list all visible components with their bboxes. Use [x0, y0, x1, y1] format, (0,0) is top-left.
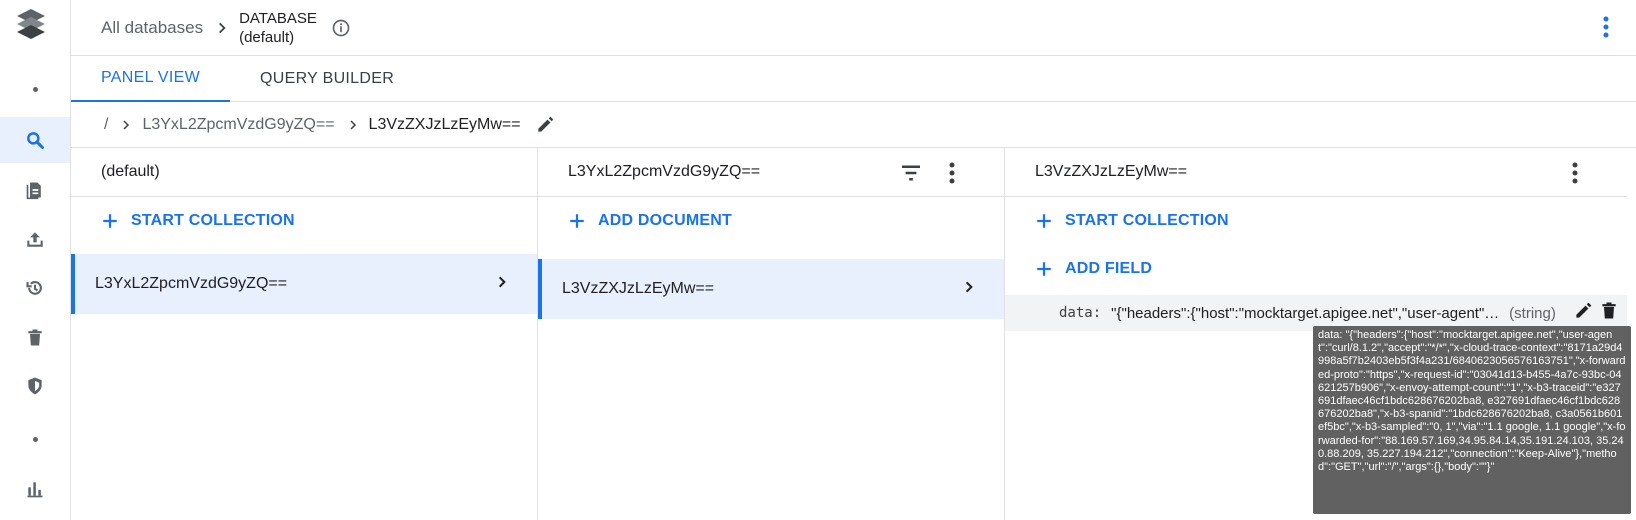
start-collection-button[interactable]: START COLLECTION: [1005, 197, 1627, 245]
rail-item-more[interactable]: [0, 66, 70, 112]
rail-item-security[interactable]: [0, 363, 70, 409]
list-item-label: L3VzZXJzLzEyMw==: [562, 280, 715, 297]
bar-chart-icon: [27, 482, 43, 498]
list-item-document[interactable]: L3VzZXJzLzEyMw==: [538, 259, 1004, 319]
more-vert-icon[interactable]: [1602, 16, 1610, 43]
shield-icon: [28, 377, 42, 395]
upload-icon: [27, 232, 43, 247]
collection-panel: L3YxL2ZpcmVzdG9yZQ== ADD DOCUMENT L3VzZX…: [538, 148, 1005, 520]
list-item-collection[interactable]: L3YxL2ZpcmVzdG9yZQ==: [71, 254, 537, 314]
tab-query-builder[interactable]: QUERY BUILDER: [230, 56, 424, 102]
list-item-label: L3YxL2ZpcmVzdG9yZQ==: [95, 275, 288, 292]
database-label: DATABASE: [239, 9, 317, 27]
dot-icon: [32, 436, 38, 442]
more-vert-icon[interactable]: [948, 162, 956, 184]
rules-icon: [26, 182, 41, 200]
filter-icon[interactable]: [900, 164, 922, 182]
add-field-button[interactable]: ADD FIELD: [1005, 245, 1627, 293]
panel-header: L3VzZXJzLzEyMw==: [1005, 148, 1627, 197]
more-vert-icon[interactable]: [1571, 162, 1579, 184]
firestore-console: All databases DATABASE (default) PANEL V…: [0, 0, 1636, 520]
delete-icon[interactable]: [1599, 301, 1619, 325]
rail-item-history[interactable]: [0, 265, 70, 311]
add-document-label: ADD DOCUMENT: [598, 212, 732, 229]
edit-path-icon[interactable]: [535, 115, 555, 135]
start-collection-label: START COLLECTION: [131, 212, 295, 229]
info-icon[interactable]: [331, 18, 351, 38]
root-panel: (default) START COLLECTION L3YxL2ZpcmVzd…: [71, 148, 538, 520]
rail-item-rules[interactable]: [0, 167, 70, 213]
panel-title: L3VzZXJzLzEyMw==: [1035, 163, 1188, 180]
rail-item-usage[interactable]: [0, 466, 70, 512]
chevron-right-icon: [347, 118, 359, 132]
add-icon: [1035, 212, 1053, 230]
path-collection[interactable]: L3YxL2ZpcmVzdG9yZQ==: [142, 116, 334, 134]
add-document-button[interactable]: ADD DOCUMENT: [538, 197, 1004, 245]
panel-header: L3YxL2ZpcmVzdG9yZQ==: [538, 148, 1004, 197]
database-selector[interactable]: DATABASE (default): [239, 9, 317, 47]
path-root[interactable]: /: [104, 116, 108, 134]
edit-icon[interactable]: [1573, 301, 1593, 325]
rail-item-import-export[interactable]: [0, 216, 70, 262]
chevron-right-icon: [962, 279, 976, 300]
chevron-right-icon: [495, 274, 509, 295]
start-collection-button[interactable]: START COLLECTION: [71, 197, 537, 245]
rail-item-ttl[interactable]: [0, 315, 70, 361]
left-rail: [0, 0, 71, 520]
add-icon: [101, 212, 119, 230]
database-name: (default): [239, 28, 295, 46]
dot-icon: [32, 86, 38, 92]
rail-item-more-2[interactable]: [0, 416, 70, 462]
delete-icon: [28, 329, 42, 346]
view-tabs: PANEL VIEW QUERY BUILDER: [71, 56, 1636, 102]
tab-panel-view[interactable]: PANEL VIEW: [71, 56, 231, 102]
field-value-tooltip: data: "{"headers":{"host":"mocktarget.ap…: [1313, 326, 1631, 514]
start-collection-label: START COLLECTION: [1065, 212, 1229, 229]
panel-header: (default): [71, 148, 537, 197]
search-icon: [27, 132, 44, 149]
rail-item-data[interactable]: [0, 117, 70, 163]
panel-title: (default): [101, 163, 160, 180]
field-value: "{"headers":{"host":"mocktarget.apigee.n…: [1111, 304, 1502, 322]
chevron-right-icon: [215, 21, 229, 35]
all-databases-link[interactable]: All databases: [101, 18, 203, 38]
path-document[interactable]: L3VzZXJzLzEyMw==: [369, 116, 521, 134]
document-path-bar: / L3YxL2ZpcmVzdG9yZQ== L3VzZXJzLzEyMw==: [71, 102, 1636, 148]
add-field-label: ADD FIELD: [1065, 260, 1153, 277]
history-icon: [26, 281, 42, 295]
field-key: data:: [1059, 305, 1102, 321]
add-icon: [568, 212, 586, 230]
chevron-right-icon: [120, 118, 132, 132]
add-icon: [1035, 260, 1053, 278]
panel-title: L3YxL2ZpcmVzdG9yZQ==: [568, 163, 761, 180]
top-header: All databases DATABASE (default): [71, 0, 1636, 56]
field-type: (string): [1509, 304, 1556, 322]
firebase-logo-icon[interactable]: [13, 6, 49, 46]
